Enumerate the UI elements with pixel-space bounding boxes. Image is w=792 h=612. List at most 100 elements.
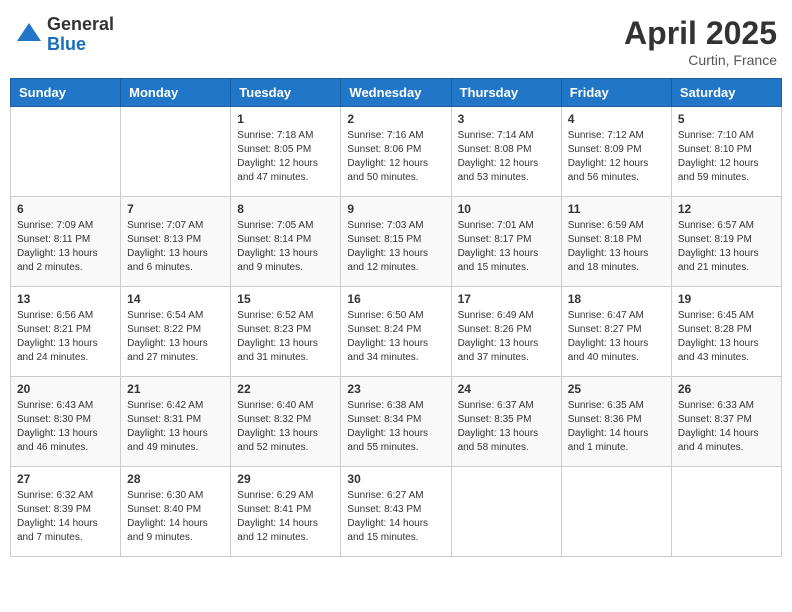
day-cell [451,467,561,557]
weekday-header-sunday: Sunday [11,79,121,107]
day-cell: 17 Sunrise: 6:49 AMSunset: 8:26 PMDayligh… [451,287,561,377]
day-cell [671,467,781,557]
day-cell: 5 Sunrise: 7:10 AMSunset: 8:10 PMDaylight… [671,107,781,197]
day-cell: 14Sunrise: 6:54 AMSunset: 8:22 PMDayligh… [121,287,231,377]
day-cell: 6 Sunrise: 7:09 AMSunset: 8:11 PMDaylight… [11,197,121,287]
day-number: 5 [678,112,775,126]
day-number: 22 [237,382,334,396]
day-info: Sunrise: 7:09 AMSunset: 8:11 PMDaylight:… [17,219,114,275]
day-cell: 11 Sunrise: 6:59 AMSunset: 8:18 PMDayligh… [561,197,671,287]
day-number: 18 [568,292,665,306]
day-info: Sunrise: 6:38 AMSunset: 8:34 PMDaylight:… [347,399,444,455]
day-number: 1 [237,112,334,126]
day-number: 19 [678,292,775,306]
weekday-header-thursday: Thursday [451,79,561,107]
day-cell: 25 Sunrise: 6:35 AMSunset: 8:36 PMDayligh… [561,377,671,467]
day-info: Sunrise: 6:56 AMSunset: 8:21 PMDaylight:… [17,309,114,365]
day-info: Sunrise: 6:33 AMSunset: 8:37 PMDaylight:… [678,399,775,455]
page-header: General Blue April 2025 Curtin, France [10,10,782,68]
day-number: 15 [237,292,334,306]
week-row-5: 27 Sunrise: 6:32 AMSunset: 8:39 PMDayligh… [11,467,782,557]
day-info: Sunrise: 6:40 AMSunset: 8:32 PMDaylight:… [237,399,334,455]
logo-icon [15,21,43,49]
day-cell [11,107,121,197]
day-info: Sunrise: 6:29 AMSunset: 8:41 PMDaylight:… [237,489,334,545]
weekday-header-saturday: Saturday [671,79,781,107]
location: Curtin, France [624,52,777,68]
day-info: Sunrise: 6:47 AMSunset: 8:27 PMDaylight:… [568,309,665,365]
day-number: 25 [568,382,665,396]
day-number: 29 [237,472,334,486]
month-title: April 2025 [624,15,777,52]
day-cell: 10 Sunrise: 7:01 AMSunset: 8:17 PMDayligh… [451,197,561,287]
day-number: 4 [568,112,665,126]
day-info: Sunrise: 7:16 AMSunset: 8:06 PMDaylight:… [347,129,444,185]
day-cell: 18 Sunrise: 6:47 AMSunset: 8:27 PMDayligh… [561,287,671,377]
day-info: Sunrise: 6:57 AMSunset: 8:19 PMDaylight:… [678,219,775,275]
day-cell: 7Sunrise: 7:07 AMSunset: 8:13 PMDaylight… [121,197,231,287]
day-info: Sunrise: 6:49 AMSunset: 8:26 PMDaylight:… [458,309,555,365]
day-cell: 27 Sunrise: 6:32 AMSunset: 8:39 PMDayligh… [11,467,121,557]
day-info: Sunrise: 6:37 AMSunset: 8:35 PMDaylight:… [458,399,555,455]
day-cell [561,467,671,557]
day-info: Sunrise: 7:10 AMSunset: 8:10 PMDaylight:… [678,129,775,185]
day-number: 20 [17,382,114,396]
day-cell: 26Sunrise: 6:33 AMSunset: 8:37 PMDayligh… [671,377,781,467]
day-number: 24 [458,382,555,396]
day-cell: 19Sunrise: 6:45 AMSunset: 8:28 PMDayligh… [671,287,781,377]
day-info: Sunrise: 6:43 AMSunset: 8:30 PMDaylight:… [17,399,114,455]
day-info: Sunrise: 7:01 AMSunset: 8:17 PMDaylight:… [458,219,555,275]
day-info: Sunrise: 7:05 AMSunset: 8:14 PMDaylight:… [237,219,334,275]
day-number: 17 [458,292,555,306]
week-row-3: 13 Sunrise: 6:56 AMSunset: 8:21 PMDayligh… [11,287,782,377]
day-cell [121,107,231,197]
day-cell: 28 Sunrise: 6:30 AMSunset: 8:40 PMDayligh… [121,467,231,557]
day-info: Sunrise: 7:18 AMSunset: 8:05 PMDaylight:… [237,129,334,185]
day-info: Sunrise: 6:50 AMSunset: 8:24 PMDaylight:… [347,309,444,365]
day-number: 23 [347,382,444,396]
day-cell: 13 Sunrise: 6:56 AMSunset: 8:21 PMDayligh… [11,287,121,377]
day-number: 11 [568,202,665,216]
day-cell: 16 Sunrise: 6:50 AMSunset: 8:24 PMDayligh… [341,287,451,377]
day-number: 16 [347,292,444,306]
logo: General Blue [15,15,114,55]
day-cell: 2 Sunrise: 7:16 AMSunset: 8:06 PMDaylight… [341,107,451,197]
day-number: 2 [347,112,444,126]
weekday-header-monday: Monday [121,79,231,107]
day-info: Sunrise: 6:59 AMSunset: 8:18 PMDaylight:… [568,219,665,275]
day-cell: 3Sunrise: 7:14 AMSunset: 8:08 PMDaylight… [451,107,561,197]
day-cell: 22 Sunrise: 6:40 AMSunset: 8:32 PMDayligh… [231,377,341,467]
day-number: 8 [237,202,334,216]
calendar: SundayMondayTuesdayWednesdayThursdayFrid… [10,78,782,557]
day-cell: 30Sunrise: 6:27 AMSunset: 8:43 PMDayligh… [341,467,451,557]
day-cell: 15Sunrise: 6:52 AMSunset: 8:23 PMDayligh… [231,287,341,377]
logo-blue: Blue [47,35,114,55]
day-cell: 29 Sunrise: 6:29 AMSunset: 8:41 PMDayligh… [231,467,341,557]
day-number: 27 [17,472,114,486]
weekday-header-wednesday: Wednesday [341,79,451,107]
day-cell: 8 Sunrise: 7:05 AMSunset: 8:14 PMDaylight… [231,197,341,287]
day-cell: 23 Sunrise: 6:38 AMSunset: 8:34 PMDayligh… [341,377,451,467]
logo-text: General Blue [47,15,114,55]
logo-general: General [47,15,114,35]
day-number: 9 [347,202,444,216]
day-number: 13 [17,292,114,306]
day-number: 28 [127,472,224,486]
day-info: Sunrise: 6:32 AMSunset: 8:39 PMDaylight:… [17,489,114,545]
day-info: Sunrise: 6:42 AMSunset: 8:31 PMDaylight:… [127,399,224,455]
day-number: 10 [458,202,555,216]
week-row-1: 1 Sunrise: 7:18 AMSunset: 8:05 PMDaylight… [11,107,782,197]
day-info: Sunrise: 6:35 AMSunset: 8:36 PMDaylight:… [568,399,665,455]
day-info: Sunrise: 6:30 AMSunset: 8:40 PMDaylight:… [127,489,224,545]
day-info: Sunrise: 7:07 AMSunset: 8:13 PMDaylight:… [127,219,224,275]
day-info: Sunrise: 7:12 AMSunset: 8:09 PMDaylight:… [568,129,665,185]
day-cell: 21Sunrise: 6:42 AMSunset: 8:31 PMDayligh… [121,377,231,467]
day-cell: 1 Sunrise: 7:18 AMSunset: 8:05 PMDaylight… [231,107,341,197]
week-row-2: 6 Sunrise: 7:09 AMSunset: 8:11 PMDaylight… [11,197,782,287]
day-number: 6 [17,202,114,216]
day-cell: 9Sunrise: 7:03 AMSunset: 8:15 PMDaylight… [341,197,451,287]
day-number: 3 [458,112,555,126]
day-cell: 4 Sunrise: 7:12 AMSunset: 8:09 PMDaylight… [561,107,671,197]
day-cell: 24 Sunrise: 6:37 AMSunset: 8:35 PMDayligh… [451,377,561,467]
day-info: Sunrise: 6:27 AMSunset: 8:43 PMDaylight:… [347,489,444,545]
